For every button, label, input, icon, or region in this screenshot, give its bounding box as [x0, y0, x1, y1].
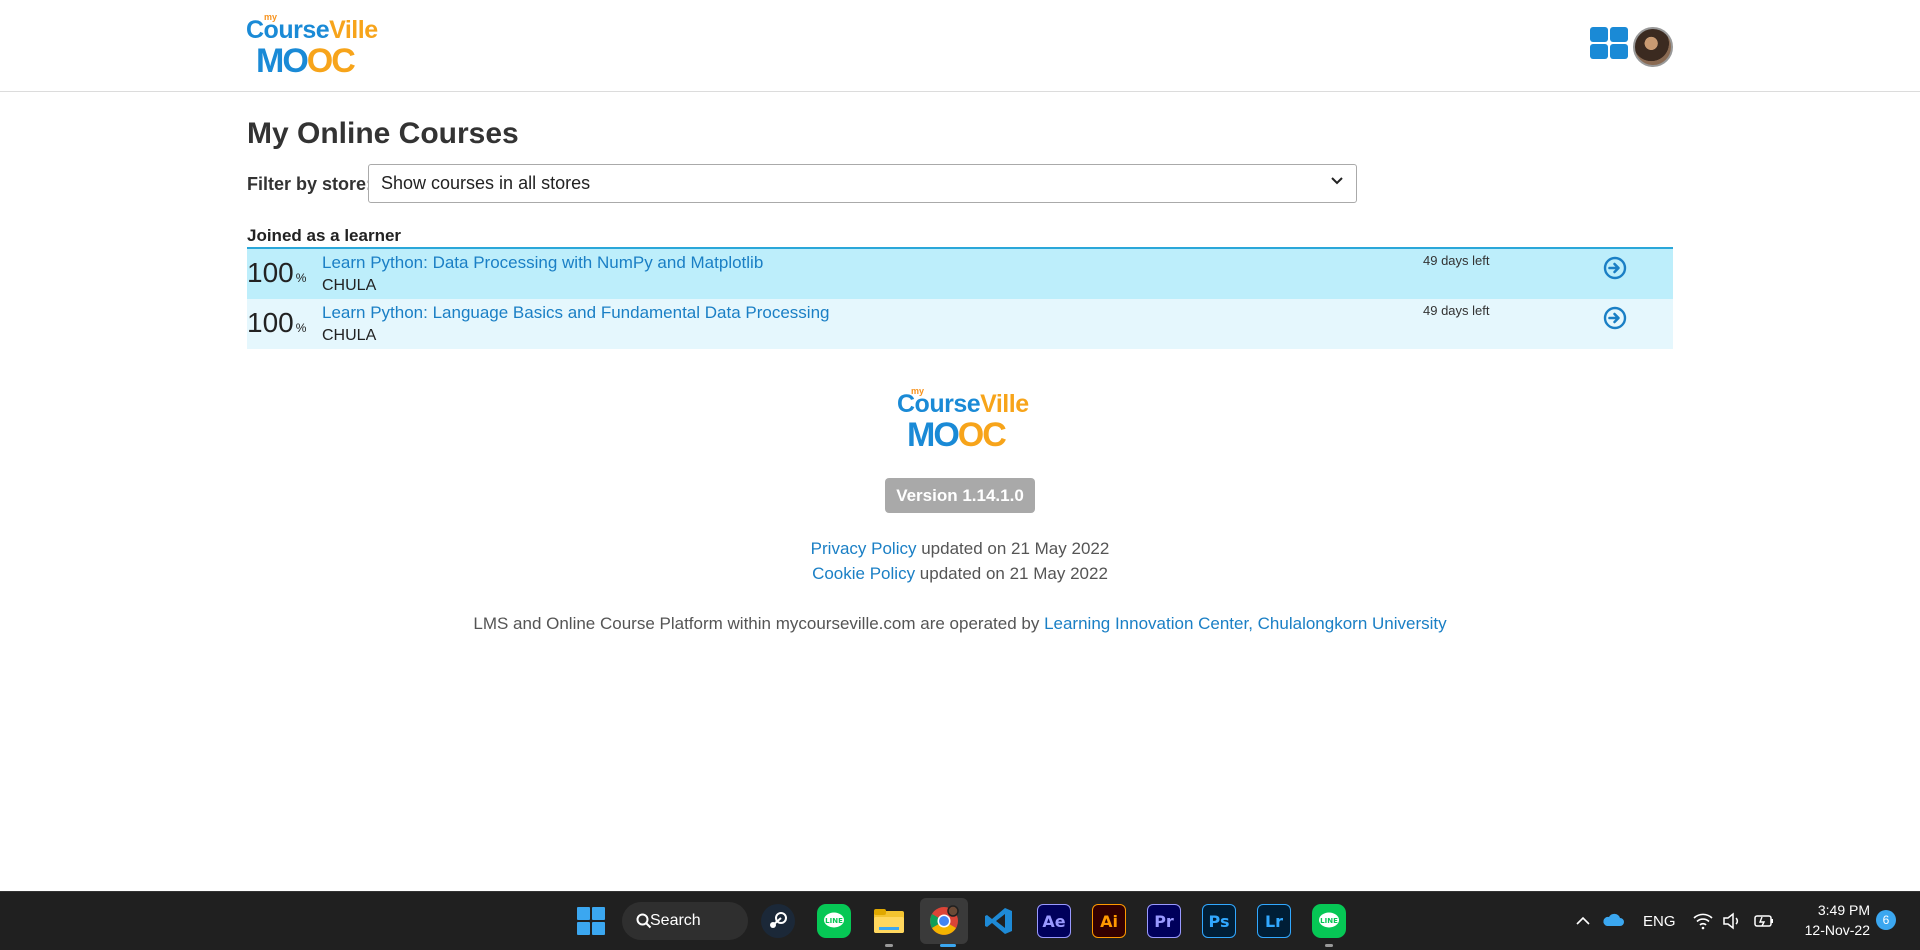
line-icon-2[interactable]: LINE	[1312, 904, 1346, 938]
course-title-link[interactable]: Learn Python: Language Basics and Fundam…	[322, 303, 830, 323]
windows-start-icon[interactable]	[574, 904, 608, 938]
language-indicator[interactable]: ENG	[1643, 913, 1676, 930]
privacy-updated-text: updated on 21 May 2022	[916, 539, 1110, 558]
steam-icon[interactable]	[761, 904, 795, 938]
page-title: My Online Courses	[247, 117, 519, 150]
onedrive-icon[interactable]	[1602, 912, 1624, 928]
course-org: CHULA	[322, 327, 377, 344]
mycourseville-mooc-logo[interactable]: my CourseVille MOOC	[246, 12, 378, 80]
course-org: CHULA	[322, 277, 377, 294]
chevron-down-icon	[1331, 177, 1343, 185]
cookie-updated-text: updated on 21 May 2022	[915, 564, 1108, 583]
wifi-icon[interactable]	[1693, 912, 1713, 930]
operated-by-text: LMS and Online Course Platform within my…	[473, 614, 1045, 633]
privacy-line: Privacy Policy updated on 21 May 2022	[0, 539, 1920, 559]
volume-icon[interactable]	[1722, 912, 1742, 930]
operated-by-line: LMS and Online Course Platform within my…	[0, 614, 1920, 634]
svg-text:LINE: LINE	[825, 917, 843, 925]
premiere-icon[interactable]: Pr	[1147, 904, 1181, 938]
days-left: 49 days left	[1423, 303, 1490, 318]
illustrator-icon[interactable]: Ai	[1092, 904, 1126, 938]
cookie-policy-link[interactable]: Cookie Policy	[812, 564, 915, 583]
clock-date: 12-Nov-22	[1804, 922, 1870, 938]
windows-taskbar: Search LINE Ae Ai Pr Ps Lr LINE ENG 3:49…	[0, 891, 1920, 950]
learning-innovation-center-link[interactable]: Learning Innovation Center, Chulalongkor…	[1044, 614, 1447, 633]
lightroom-icon[interactable]: Lr	[1257, 904, 1291, 938]
privacy-policy-link[interactable]: Privacy Policy	[811, 539, 917, 558]
notification-badge[interactable]: 6	[1876, 910, 1896, 930]
apps-grid-icon[interactable]	[1590, 27, 1630, 60]
logo-mooc: MOOC	[256, 42, 356, 80]
battery-icon[interactable]	[1752, 912, 1774, 930]
days-left: 49 days left	[1423, 253, 1490, 268]
footer-logo: my CourseVille MOOC	[897, 386, 1029, 454]
chevron-up-icon[interactable]	[1575, 914, 1591, 928]
course-list: 100% Learn Python: Data Processing with …	[247, 247, 1673, 349]
search-label: Search	[650, 912, 701, 929]
course-title-link[interactable]: Learn Python: Data Processing with NumPy…	[322, 253, 763, 273]
arrow-circle-right-icon[interactable]	[1603, 256, 1627, 280]
logo-courseville: CourseVille	[246, 16, 378, 44]
section-label-learner: Joined as a learner	[247, 226, 402, 245]
line-icon[interactable]: LINE	[817, 904, 851, 938]
taskbar-clock[interactable]: 3:49 PM 12-Nov-22	[1790, 900, 1870, 940]
user-avatar[interactable]	[1633, 27, 1673, 67]
vscode-icon[interactable]	[982, 904, 1016, 938]
photoshop-icon[interactable]: Ps	[1202, 904, 1236, 938]
course-row: 100% Learn Python: Language Basics and F…	[247, 299, 1673, 349]
page: my CourseVille MOOC My Online Courses Fi…	[0, 0, 1920, 950]
chrome-icon[interactable]	[927, 904, 961, 938]
version-badge: Version 1.14.1.0	[885, 478, 1035, 513]
top-header: my CourseVille MOOC	[0, 0, 1920, 92]
svg-text:LINE: LINE	[1320, 917, 1338, 925]
course-row: 100% Learn Python: Data Processing with …	[247, 249, 1673, 299]
course-progress: 100%	[247, 257, 307, 288]
after-effects-icon[interactable]: Ae	[1037, 904, 1071, 938]
store-filter-value: Show courses in all stores	[381, 173, 591, 193]
cookie-line: Cookie Policy updated on 21 May 2022	[0, 564, 1920, 584]
taskbar-search-button[interactable]: Search	[622, 902, 748, 940]
arrow-circle-right-icon[interactable]	[1603, 306, 1627, 330]
course-progress: 100%	[247, 307, 307, 338]
store-filter-select[interactable]: Show courses in all stores	[368, 164, 1357, 203]
filter-label: Filter by store:	[247, 174, 373, 194]
clock-time: 3:49 PM	[1817, 902, 1870, 918]
search-icon	[636, 913, 652, 929]
file-explorer-icon[interactable]	[872, 904, 906, 938]
